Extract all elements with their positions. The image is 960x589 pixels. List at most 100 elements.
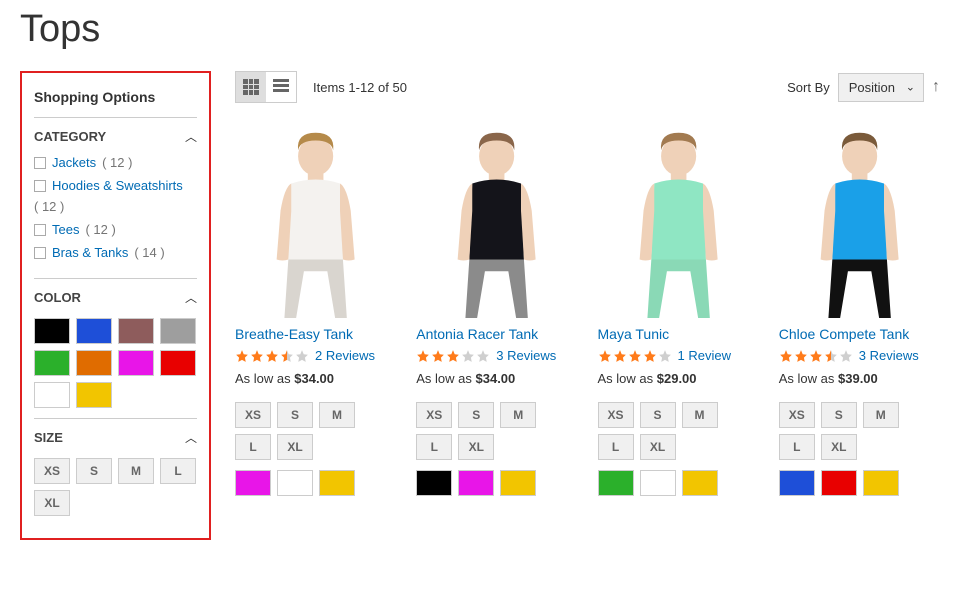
sort-select[interactable]: Position ⌄: [838, 73, 924, 102]
color-swatch[interactable]: [76, 350, 112, 376]
size-option[interactable]: S: [277, 402, 313, 428]
color-option[interactable]: [235, 470, 271, 496]
color-option[interactable]: [319, 470, 355, 496]
reviews-link[interactable]: 2 Reviews: [315, 348, 375, 363]
size-option[interactable]: S: [640, 402, 676, 428]
color-swatch[interactable]: [34, 382, 70, 408]
size-option[interactable]: XS: [779, 402, 815, 428]
size-swatch[interactable]: L: [160, 458, 196, 484]
product-image[interactable]: [416, 123, 577, 318]
size-swatch[interactable]: M: [118, 458, 154, 484]
product-name[interactable]: Antonia Racer Tank: [416, 326, 577, 342]
checkbox-icon[interactable]: [34, 157, 46, 169]
filter-toggle-color[interactable]: COLOR ︿: [34, 289, 197, 306]
size-swatch[interactable]: XL: [34, 490, 70, 516]
star-icon: [476, 349, 490, 363]
color-option[interactable]: [598, 470, 634, 496]
star-icon: [779, 349, 793, 363]
category-item[interactable]: Bras & Tanks( 14 ): [34, 245, 197, 260]
color-swatch[interactable]: [76, 318, 112, 344]
color-swatch[interactable]: [118, 318, 154, 344]
size-option[interactable]: XL: [821, 434, 857, 460]
color-option[interactable]: [416, 470, 452, 496]
view-mode-grid[interactable]: [236, 72, 266, 102]
filter-toggle-category[interactable]: CATEGORY ︿: [34, 128, 197, 145]
size-swatch[interactable]: S: [76, 458, 112, 484]
list-icon: [273, 79, 289, 95]
product-colors: [416, 470, 577, 496]
color-option[interactable]: [500, 470, 536, 496]
size-option[interactable]: M: [500, 402, 536, 428]
size-option[interactable]: L: [779, 434, 815, 460]
color-option[interactable]: [458, 470, 494, 496]
product-card: Maya Tunic1 ReviewAs low as $29.00XSSMLX…: [598, 123, 759, 496]
color-option[interactable]: [863, 470, 899, 496]
color-option[interactable]: [640, 470, 676, 496]
size-option[interactable]: XS: [416, 402, 452, 428]
price-box: As low as $34.00: [235, 371, 396, 386]
category-count: ( 12 ): [102, 155, 132, 170]
filter-toggle-size[interactable]: SIZE ︿: [34, 429, 197, 446]
color-option[interactable]: [277, 470, 313, 496]
size-option[interactable]: XL: [640, 434, 676, 460]
color-option[interactable]: [779, 470, 815, 496]
price-box: As low as $39.00: [779, 371, 940, 386]
product-name[interactable]: Chloe Compete Tank: [779, 326, 940, 342]
price-label: As low as: [598, 371, 657, 386]
color-swatch[interactable]: [34, 350, 70, 376]
category-item[interactable]: Hoodies & Sweatshirts( 12 ): [34, 178, 197, 214]
filter-label: CATEGORY: [34, 129, 106, 144]
star-icon: [824, 349, 838, 363]
category-item[interactable]: Tees( 12 ): [34, 222, 197, 237]
size-option[interactable]: XL: [458, 434, 494, 460]
size-option[interactable]: XS: [598, 402, 634, 428]
chevron-up-icon: ︿: [185, 429, 197, 446]
color-swatch[interactable]: [118, 350, 154, 376]
product-name[interactable]: Maya Tunic: [598, 326, 759, 342]
reviews-link[interactable]: 3 Reviews: [859, 348, 919, 363]
checkbox-icon[interactable]: [34, 224, 46, 236]
product-card: Chloe Compete Tank 3 Reviews As low as $39…: [779, 123, 940, 496]
star-icon: [235, 349, 249, 363]
size-option[interactable]: L: [416, 434, 452, 460]
size-option[interactable]: L: [598, 434, 634, 460]
star-icon: [839, 349, 853, 363]
sort-direction-toggle[interactable]: ↑: [932, 78, 940, 96]
product-image[interactable]: [779, 123, 940, 318]
star-icon: [809, 349, 823, 363]
color-option[interactable]: [682, 470, 718, 496]
color-swatch[interactable]: [160, 318, 196, 344]
product-card: Breathe-Easy Tank 2 Reviews As low as $34.…: [235, 123, 396, 496]
checkbox-icon[interactable]: [34, 180, 46, 192]
star-icon: [628, 349, 642, 363]
category-item[interactable]: Jackets( 12 ): [34, 155, 197, 170]
product-sizes: XSSM LXL: [779, 402, 940, 460]
checkbox-icon[interactable]: [34, 247, 46, 259]
view-mode-list[interactable]: [266, 72, 296, 102]
product-image[interactable]: [235, 123, 396, 318]
toolbar: Items 1-12 of 50 Sort By Position ⌄ ↑: [235, 71, 940, 103]
reviews-link[interactable]: 3 Reviews: [496, 348, 556, 363]
color-swatch[interactable]: [34, 318, 70, 344]
product-image[interactable]: [598, 123, 759, 318]
size-option[interactable]: S: [458, 402, 494, 428]
color-option[interactable]: [821, 470, 857, 496]
size-option[interactable]: M: [863, 402, 899, 428]
size-option[interactable]: XL: [277, 434, 313, 460]
product-name[interactable]: Breathe-Easy Tank: [235, 326, 396, 342]
sidebar-filters: Shopping Options CATEGORY ︿ Jackets( 12 …: [20, 71, 211, 540]
color-swatch[interactable]: [76, 382, 112, 408]
size-swatch[interactable]: XS: [34, 458, 70, 484]
product-colors: [235, 470, 396, 496]
color-swatch[interactable]: [160, 350, 196, 376]
star-icon: [658, 349, 672, 363]
size-option[interactable]: M: [319, 402, 355, 428]
size-option[interactable]: M: [682, 402, 718, 428]
reviews-link[interactable]: 1 Review: [678, 348, 731, 363]
size-option[interactable]: S: [821, 402, 857, 428]
size-option[interactable]: L: [235, 434, 271, 460]
star-icon: [416, 349, 430, 363]
category-count: ( 14 ): [134, 245, 164, 260]
content-area: Items 1-12 of 50 Sort By Position ⌄ ↑ Br…: [235, 71, 940, 540]
size-option[interactable]: XS: [235, 402, 271, 428]
